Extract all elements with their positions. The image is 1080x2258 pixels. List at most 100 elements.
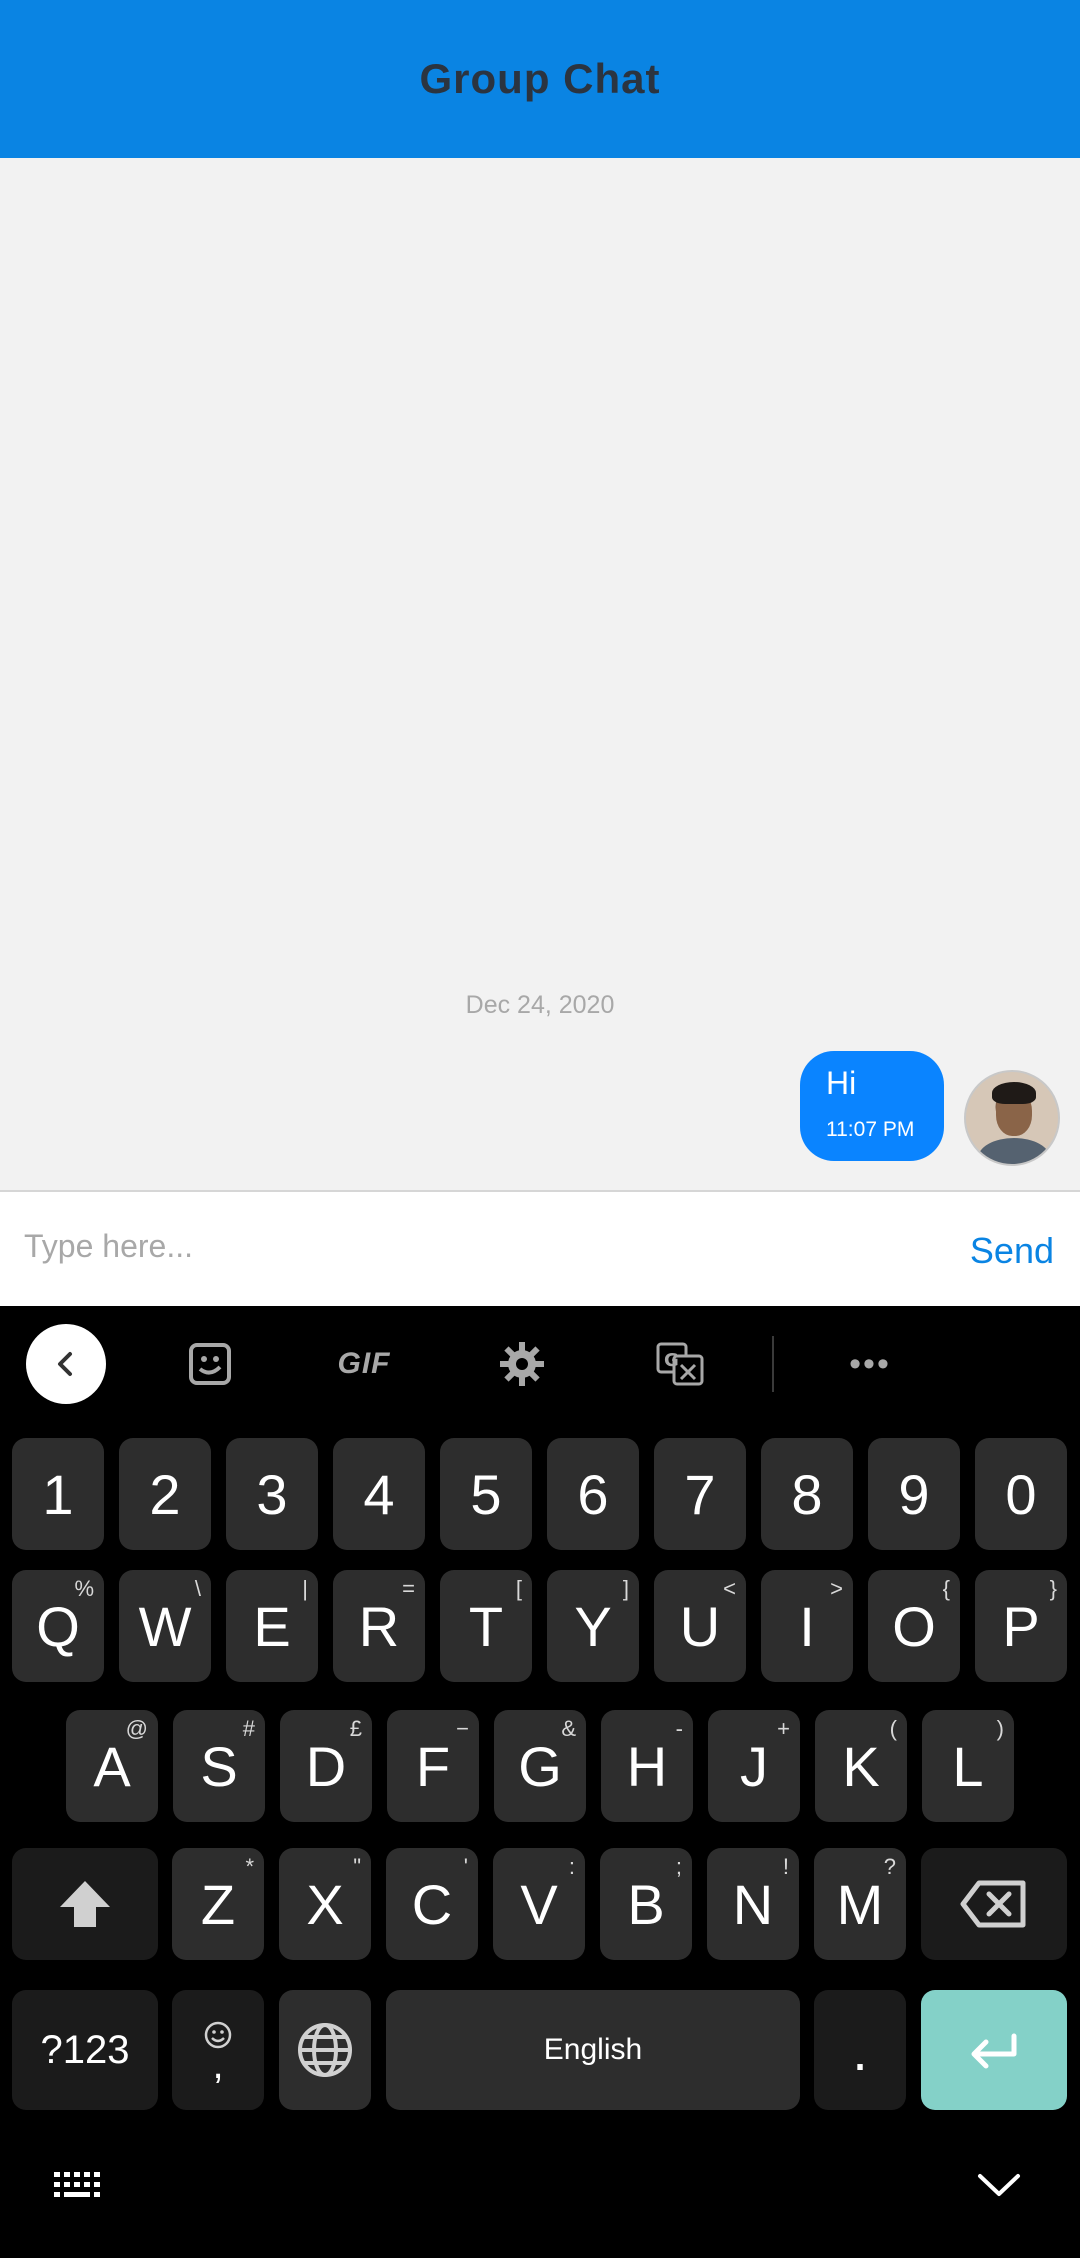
- key-r[interactable]: R =: [333, 1570, 425, 1682]
- key-0[interactable]: 0: [975, 1438, 1067, 1550]
- key-c[interactable]: C ': [386, 1848, 478, 1960]
- translate-icon[interactable]: G: [640, 1326, 720, 1402]
- settings-icon[interactable]: [482, 1326, 562, 1402]
- gif-icon[interactable]: GIF: [324, 1326, 404, 1402]
- key-s-hint: #: [242, 1716, 255, 1741]
- symbols-key[interactable]: ?123: [12, 1990, 158, 2110]
- key-g-hint: &: [561, 1716, 576, 1741]
- sticker-icon[interactable]: [170, 1326, 250, 1402]
- key-j[interactable]: J +: [708, 1710, 800, 1822]
- space-key[interactable]: English: [386, 1990, 800, 2110]
- key-i-label: I: [799, 1594, 815, 1658]
- message-input[interactable]: [24, 1216, 924, 1276]
- key-u[interactable]: U <: [654, 1570, 746, 1682]
- key-h-hint: -: [675, 1716, 683, 1741]
- key-d-hint: £: [349, 1716, 362, 1741]
- key-b-label: B: [627, 1872, 665, 1936]
- key-y[interactable]: Y]: [547, 1570, 639, 1682]
- key-g[interactable]: G &: [494, 1710, 586, 1822]
- key-s[interactable]: S #: [173, 1710, 265, 1822]
- backspace-key[interactable]: [921, 1848, 1067, 1960]
- enter-icon: [971, 2033, 1017, 2069]
- key-7[interactable]: 7: [654, 1438, 746, 1550]
- key-0-label: 0: [1005, 1462, 1037, 1526]
- message-text: Hi: [826, 1065, 857, 1101]
- key-f[interactable]: F −: [387, 1710, 479, 1822]
- key-e-hint: |: [302, 1576, 308, 1601]
- key-q[interactable]: Q%: [12, 1570, 104, 1682]
- language-key[interactable]: [279, 1990, 371, 2110]
- key-z-hint: *: [245, 1854, 254, 1879]
- key-h-label: H: [626, 1734, 668, 1798]
- key-1[interactable]: 1: [12, 1438, 104, 1550]
- chevron-down-icon[interactable]: [974, 2164, 1024, 2209]
- key-6-label: 6: [577, 1462, 609, 1526]
- key-m[interactable]: M?: [814, 1848, 906, 1960]
- key-c-hint: ': [463, 1854, 468, 1879]
- key-v-label: V: [520, 1872, 558, 1936]
- emoji-comma-key[interactable]: ,: [172, 1990, 264, 2110]
- key-w-hint: \: [194, 1576, 201, 1601]
- key-e-label: E: [253, 1594, 291, 1658]
- key-a[interactable]: A @: [66, 1710, 158, 1822]
- key-h[interactable]: H-: [601, 1710, 693, 1822]
- key-4[interactable]: 4: [333, 1438, 425, 1550]
- key-u-hint: <: [723, 1576, 736, 1601]
- key-p-label: P: [1002, 1594, 1040, 1658]
- key-8-label: 8: [791, 1462, 823, 1526]
- key-9-label: 9: [898, 1462, 930, 1526]
- enter-key[interactable]: [921, 1990, 1067, 2110]
- key-3[interactable]: 3: [226, 1438, 318, 1550]
- shift-key[interactable]: [12, 1848, 158, 1960]
- key-b-hint: ;: [675, 1854, 682, 1879]
- send-button[interactable]: Send: [970, 1230, 1054, 1272]
- key-c-label: C: [411, 1872, 453, 1936]
- key-y-label: Y: [574, 1594, 612, 1658]
- key-d[interactable]: D £: [280, 1710, 372, 1822]
- key-z[interactable]: Z *: [172, 1848, 264, 1960]
- key-x[interactable]: X ": [279, 1848, 371, 1960]
- key-2[interactable]: 2: [119, 1438, 211, 1550]
- key-8[interactable]: 8: [761, 1438, 853, 1550]
- key-l[interactable]: L): [922, 1710, 1014, 1822]
- key-k-hint: (: [889, 1716, 897, 1741]
- key-i-hint: >: [830, 1576, 843, 1601]
- avatar[interactable]: [964, 1070, 1060, 1166]
- key-o[interactable]: O{: [868, 1570, 960, 1682]
- key-t[interactable]: T[: [440, 1570, 532, 1682]
- key-6[interactable]: 6: [547, 1438, 639, 1550]
- key-b[interactable]: B;: [600, 1848, 692, 1960]
- key-p[interactable]: P}: [975, 1570, 1067, 1682]
- key-w-label: W: [138, 1594, 192, 1658]
- key-i[interactable]: I >: [761, 1570, 853, 1682]
- key-v[interactable]: V:: [493, 1848, 585, 1960]
- key-l-hint: ): [996, 1716, 1004, 1741]
- key-n[interactable]: N!: [707, 1848, 799, 1960]
- key-3-label: 3: [256, 1462, 288, 1526]
- key-m-hint: ?: [883, 1854, 896, 1879]
- message-bubble[interactable]: Hi 11:07 PM: [800, 1051, 944, 1161]
- key-r-label: R: [358, 1594, 400, 1658]
- key-e[interactable]: E |: [226, 1570, 318, 1682]
- back-icon[interactable]: [26, 1324, 106, 1404]
- key-x-label: X: [306, 1872, 344, 1936]
- key-4-label: 4: [363, 1462, 395, 1526]
- key-9[interactable]: 9: [868, 1438, 960, 1550]
- key-5[interactable]: 5: [440, 1438, 532, 1550]
- key-w[interactable]: W \: [119, 1570, 211, 1682]
- key-q-hint: %: [74, 1576, 94, 1601]
- period-key[interactable]: .: [814, 1990, 906, 2110]
- key-1-label: 1: [42, 1462, 74, 1526]
- more-icon[interactable]: •••: [830, 1326, 910, 1402]
- key-g-label: G: [518, 1734, 562, 1798]
- keyboard-switch-icon[interactable]: [52, 2168, 108, 2209]
- period-key-label: .: [852, 2018, 868, 2082]
- key-q-label: Q: [36, 1594, 80, 1658]
- navigation-bar: [0, 2134, 1080, 2258]
- svg-text:G: G: [664, 1350, 679, 1371]
- key-k[interactable]: K(: [815, 1710, 907, 1822]
- message-time: 11:07 PM: [826, 1118, 915, 1141]
- key-d-label: D: [305, 1734, 347, 1798]
- globe-icon: [298, 2023, 352, 2077]
- chat-area[interactable]: Dec 24, 2020 Hi 11:07 PM: [0, 158, 1080, 1190]
